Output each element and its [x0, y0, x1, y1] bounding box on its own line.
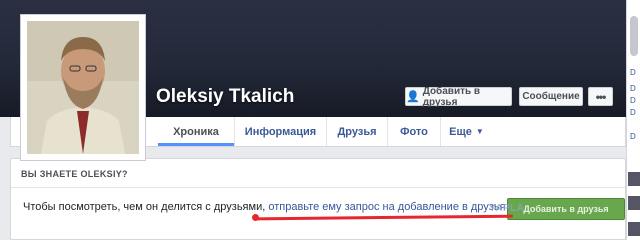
sidebar-snippet[interactable]: D [630, 108, 636, 117]
annotation-dot [252, 214, 259, 221]
tab-label: Еще [449, 125, 472, 138]
tab-label: Информация [244, 125, 317, 138]
sidebar-snippet[interactable]: D [630, 132, 636, 141]
card-message: Чтобы посмотреть, чем он делится с друзь… [23, 201, 506, 213]
card-message-text: Чтобы посмотреть, чем он делится с друзь… [23, 201, 266, 213]
sidebar-snippet[interactable]: D [630, 96, 636, 105]
annotation-underline [254, 214, 514, 221]
sidebar-snippet[interactable]: D [630, 84, 636, 93]
tab-label: Фото [400, 125, 428, 138]
divider [11, 187, 625, 188]
sidebar-thumbnail[interactable] [628, 172, 640, 186]
friend-request-card: ВЫ ЗНАЕТЕ OLEKSIY? Чтобы посмотреть, чем… [10, 158, 626, 240]
profile-name[interactable]: Oleksiy Tkalich [156, 86, 294, 108]
send-request-link[interactable]: отправьте ему запрос на добавление в дру… [268, 201, 505, 213]
add-friend-button[interactable]: 👤 Добавить в друзья [405, 85, 512, 108]
active-tab-indicator [158, 143, 234, 146]
message-button[interactable]: Сообщение [519, 87, 583, 106]
tab-more[interactable]: Еще ▼ [440, 117, 492, 146]
sidebar-thumbnail[interactable] [628, 196, 640, 210]
profile-picture[interactable] [20, 14, 146, 161]
add-friend-label: Добавить в друзья [422, 85, 481, 108]
scrollbar[interactable] [630, 16, 638, 56]
tab-friends[interactable]: Друзья [326, 117, 387, 146]
avatar [27, 21, 139, 154]
tab-about[interactable]: Информация [234, 117, 326, 146]
tab-timeline[interactable]: Хроника [158, 117, 234, 146]
person-plus-icon: 👤 [406, 91, 420, 103]
sidebar-thumbnail[interactable] [628, 222, 640, 236]
tab-photos[interactable]: Фото [387, 117, 440, 146]
tab-label: Хроника [173, 125, 219, 138]
card-heading: ВЫ ЗНАЕТЕ OLEKSIY? [21, 169, 128, 179]
more-options-button[interactable]: ••• [588, 87, 613, 106]
watermark: YAPLA [489, 203, 525, 214]
tab-label: Друзья [337, 125, 377, 138]
card-add-friend-button[interactable]: Добавить в друзья [507, 198, 625, 220]
chevron-down-icon: ▼ [475, 127, 484, 136]
sidebar-snippet[interactable]: D [630, 68, 636, 77]
